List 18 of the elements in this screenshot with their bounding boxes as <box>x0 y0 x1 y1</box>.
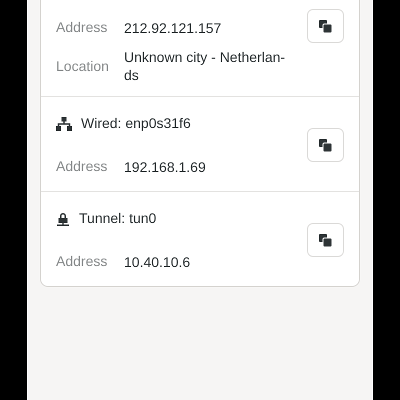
field-label: Address <box>56 157 108 176</box>
field-value: 192.168.1.69 <box>124 158 206 176</box>
field-value: 212.92.121.157 <box>124 18 222 36</box>
copy-button[interactable] <box>307 223 344 257</box>
lock-icon <box>56 212 70 226</box>
connection-title: Tunnel: tun0 <box>79 209 156 228</box>
field-label: Address <box>56 18 108 37</box>
copy-icon <box>319 138 332 152</box>
connection-title: Wired: enp0s31f6 <box>81 114 191 133</box>
copy-icon <box>319 20 332 32</box>
copy-button[interactable] <box>307 128 344 162</box>
field-value: Unknown city - Netherlan- ds <box>124 48 286 84</box>
field-label: Address <box>56 252 108 271</box>
field-label: Location <box>56 56 110 76</box>
network-icon <box>56 116 72 130</box>
field-value: 10.40.10.6 <box>124 252 190 270</box>
copy-button[interactable] <box>307 9 344 43</box>
copy-icon <box>319 234 332 246</box>
